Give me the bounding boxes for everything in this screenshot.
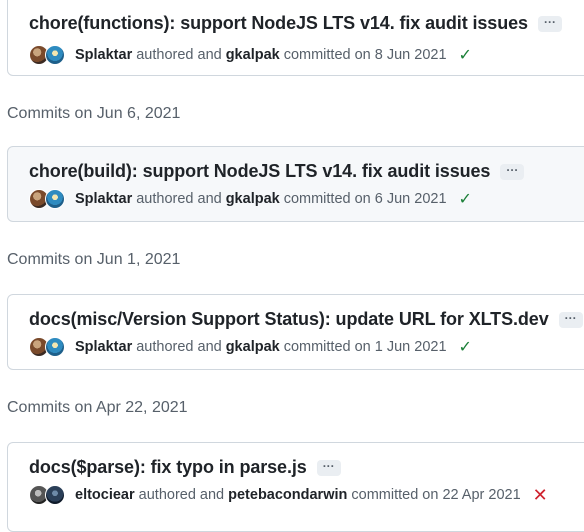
author-link[interactable]: eltociear xyxy=(75,487,135,503)
committer-link[interactable]: gkalpak xyxy=(226,47,280,63)
commit-meta: Splaktar authored and gkalpak committed … xyxy=(29,43,472,67)
commit-card: docs(misc/Version Support Status): updat… xyxy=(7,294,584,370)
commit-card: chore(build): support NodeJS LTS v14. fi… xyxy=(7,146,584,222)
committer-avatar[interactable] xyxy=(45,45,65,65)
commit-meta: Splaktar authored and gkalpak committed … xyxy=(29,335,472,359)
commit-title-row: docs(misc/Version Support Status): updat… xyxy=(29,309,583,330)
expand-message-button[interactable]: ··· xyxy=(316,459,341,476)
commit-title-link[interactable]: chore(functions): support NodeJS LTS v14… xyxy=(29,13,528,34)
committer-avatar[interactable] xyxy=(45,485,65,505)
author-link[interactable]: Splaktar xyxy=(75,47,132,63)
commit-title-row: chore(functions): support NodeJS LTS v14… xyxy=(29,13,562,34)
expand-message-button[interactable]: ··· xyxy=(558,311,583,328)
avatar-stack xyxy=(29,335,69,359)
check-icon[interactable]: ✓ xyxy=(459,45,472,65)
committer-link[interactable]: gkalpak xyxy=(226,191,280,207)
committed-date: committed on 6 Jun 2021 xyxy=(283,191,447,207)
authored-text: authored and xyxy=(136,47,222,63)
authored-text: authored and xyxy=(138,487,225,503)
commit-history: chore(functions): support NodeJS LTS v14… xyxy=(0,0,584,532)
author-link[interactable]: Splaktar xyxy=(75,339,132,355)
expand-message-button[interactable]: ··· xyxy=(500,163,525,180)
commit-meta: eltociear authored and petebacondarwin c… xyxy=(29,483,548,507)
committed-date: committed on 8 Jun 2021 xyxy=(283,47,447,63)
commit-title-row: docs($parse): fix typo in parse.js ··· xyxy=(29,457,341,478)
commit-title-link[interactable]: docs($parse): fix typo in parse.js xyxy=(29,457,307,478)
commit-title-row: chore(build): support NodeJS LTS v14. fi… xyxy=(29,161,525,182)
committed-date: committed on 22 Apr 2021 xyxy=(351,487,521,503)
x-icon[interactable]: ✕ xyxy=(533,485,548,506)
commit-card: chore(functions): support NodeJS LTS v14… xyxy=(7,0,584,76)
commit-meta: Splaktar authored and gkalpak committed … xyxy=(29,187,472,211)
commit-title-link[interactable]: chore(build): support NodeJS LTS v14. fi… xyxy=(29,161,490,182)
authored-text: authored and xyxy=(136,339,222,355)
avatar-stack xyxy=(29,187,69,211)
committer-link[interactable]: gkalpak xyxy=(226,339,280,355)
date-header: Commits on Apr 22, 2021 xyxy=(7,399,188,416)
commit-title-link[interactable]: docs(misc/Version Support Status): updat… xyxy=(29,309,549,330)
authored-text: authored and xyxy=(136,191,222,207)
date-header: Commits on Jun 6, 2021 xyxy=(7,105,181,122)
commit-card: docs($parse): fix typo in parse.js ··· e… xyxy=(7,442,584,532)
date-header: Commits on Jun 1, 2021 xyxy=(7,251,181,268)
committed-date: committed on 1 Jun 2021 xyxy=(283,339,447,355)
avatar-stack xyxy=(29,43,69,67)
check-icon[interactable]: ✓ xyxy=(459,189,472,209)
expand-message-button[interactable]: ··· xyxy=(537,15,562,32)
check-icon[interactable]: ✓ xyxy=(459,337,472,357)
committer-link[interactable]: petebacondarwin xyxy=(228,487,347,503)
author-link[interactable]: Splaktar xyxy=(75,191,132,207)
committer-avatar[interactable] xyxy=(45,337,65,357)
committer-avatar[interactable] xyxy=(45,189,65,209)
avatar-stack xyxy=(29,483,69,507)
